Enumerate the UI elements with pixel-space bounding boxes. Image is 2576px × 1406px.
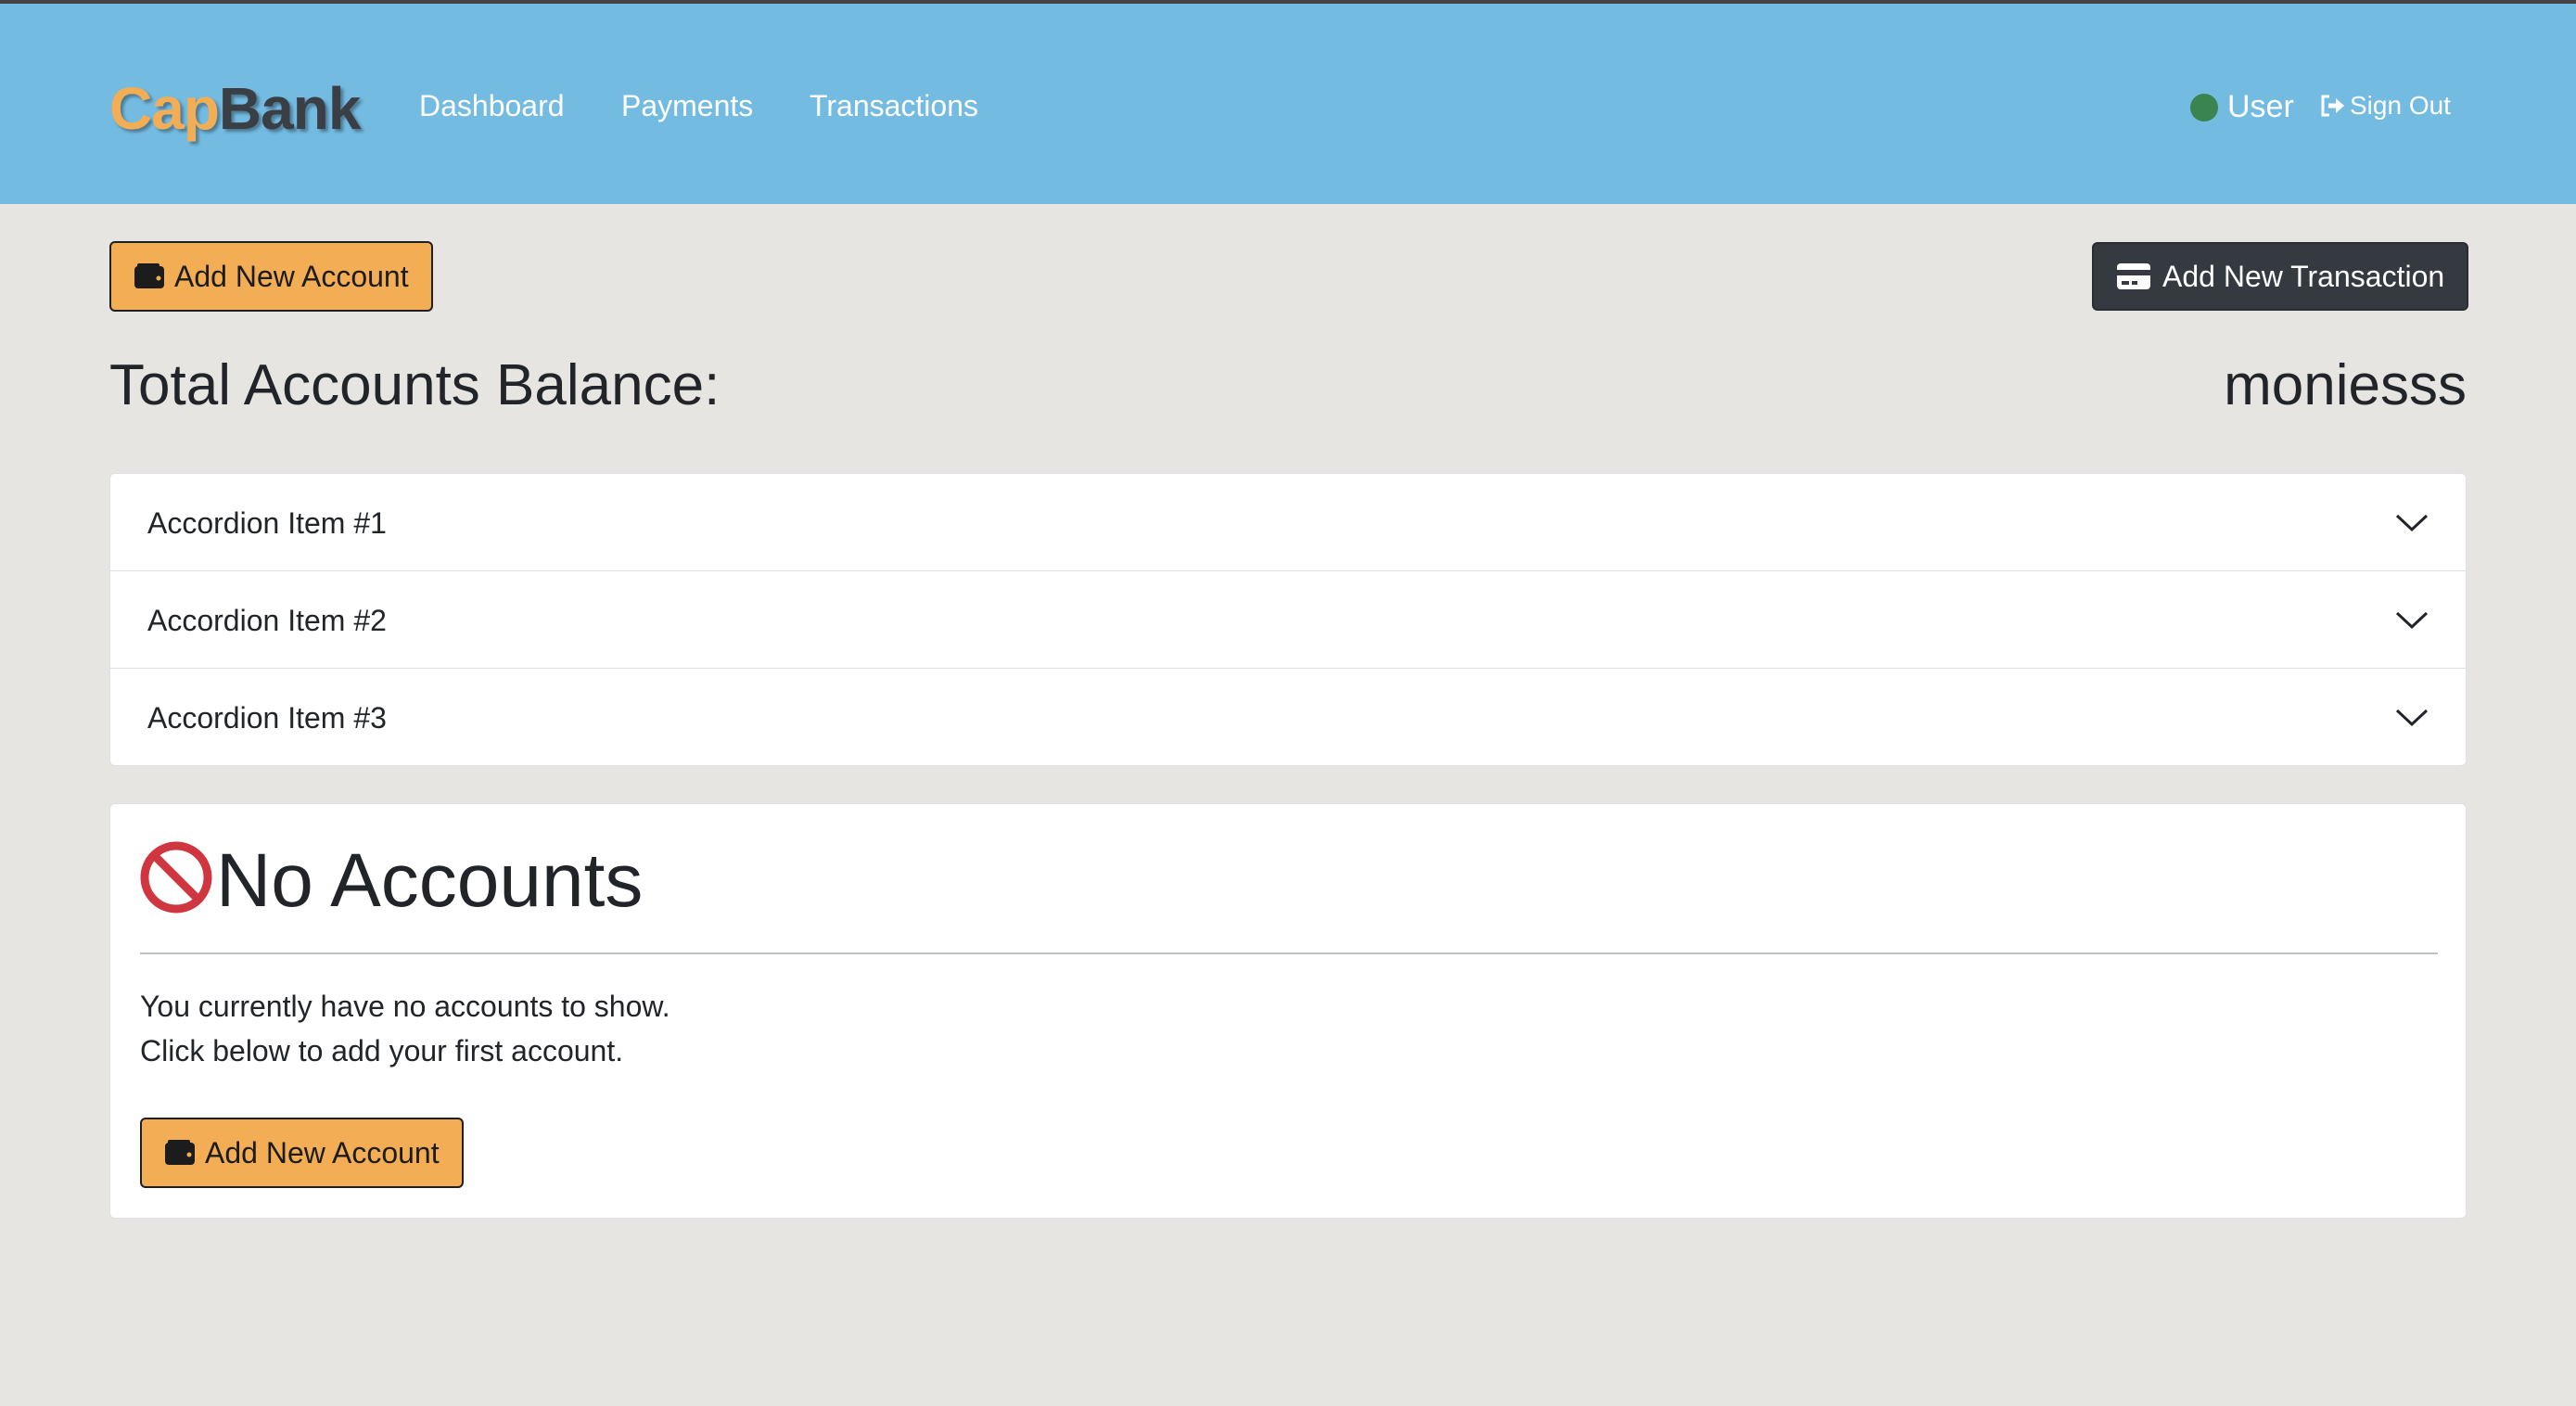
accordion-item-1[interactable]: Accordion Item #1 (110, 474, 2466, 571)
add-first-account-label: Add New Account (205, 1135, 440, 1170)
nav-link-transactions[interactable]: Transactions (810, 89, 978, 123)
total-balance-value: moniesss (2224, 353, 2467, 417)
add-transaction-label: Add New Transaction (2162, 259, 2445, 293)
user-label[interactable]: User (2227, 89, 2294, 125)
no-accounts-message: You currently have no accounts to show. (140, 990, 670, 1023)
total-balance-label: Total Accounts Balance: (109, 353, 721, 417)
accordion-item-title: Accordion Item #1 (147, 506, 387, 540)
prohibited-icon (140, 841, 212, 914)
wallet-icon (134, 263, 164, 288)
accounts-accordion: Accordion Item #1 Accordion Item #2 Acco… (109, 473, 2467, 766)
no-accounts-card: No Accounts You currently have no accoun… (109, 803, 2467, 1219)
sign-out-link[interactable]: Sign Out (2320, 91, 2451, 121)
nav-link-dashboard[interactable]: Dashboard (419, 89, 565, 123)
navbar: CapBank Dashboard Payments Transactions … (0, 4, 2576, 204)
add-account-label: Add New Account (174, 259, 409, 293)
sign-out-icon (2321, 95, 2344, 117)
online-status-icon (2190, 94, 2218, 121)
add-first-account-button[interactable]: Add New Account (140, 1118, 464, 1188)
chevron-down-icon (2395, 514, 2429, 532)
add-transaction-button[interactable]: Add New Transaction (2092, 242, 2469, 311)
brand-part-bank: Bank (218, 75, 361, 142)
chevron-down-icon (2395, 611, 2429, 630)
no-accounts-title: No Accounts (216, 838, 644, 923)
accordion-item-3[interactable]: Accordion Item #3 (110, 669, 2466, 766)
brand-part-cap: Cap (109, 75, 220, 142)
accordion-item-title: Accordion Item #3 (147, 701, 387, 735)
chevron-down-icon (2395, 709, 2429, 727)
credit-card-icon (2117, 263, 2150, 289)
add-account-button[interactable]: Add New Account (109, 241, 433, 312)
wallet-icon (165, 1140, 195, 1165)
accordion-item-title: Accordion Item #2 (147, 604, 387, 637)
accordion-item-2[interactable]: Accordion Item #2 (110, 571, 2466, 669)
sign-out-label: Sign Out (2350, 91, 2451, 120)
brand-logo[interactable]: CapBank (109, 74, 361, 145)
divider (140, 952, 2438, 954)
nav-link-payments[interactable]: Payments (621, 89, 753, 123)
no-accounts-hint: Click below to add your first account. (140, 1034, 624, 1067)
